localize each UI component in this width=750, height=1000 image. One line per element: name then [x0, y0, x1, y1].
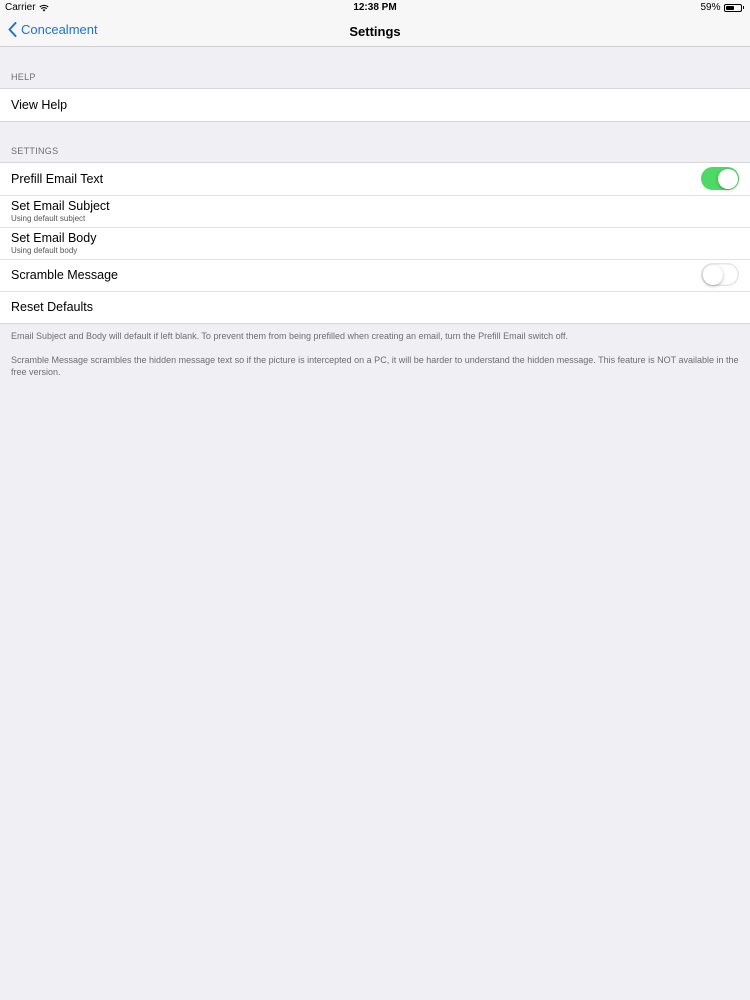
navigation-bar: Concealment Settings	[0, 16, 750, 47]
email-body-detail: Using default body	[11, 246, 78, 255]
email-body-label: Set Email Body	[11, 231, 97, 245]
battery-info: 59%	[700, 2, 744, 13]
help-group: View Help	[0, 88, 750, 122]
email-subject-detail: Using default subject	[11, 214, 86, 223]
reset-defaults-label: Reset Defaults	[11, 300, 93, 314]
page-title: Settings	[349, 24, 401, 39]
section-header-help: HELP	[11, 72, 36, 82]
switch-knob	[702, 264, 723, 285]
settings-footer: Email Subject and Body will default if l…	[0, 324, 750, 378]
view-help-label: View Help	[11, 98, 68, 112]
status-bar: Carrier 12:38 PM 59%	[0, 0, 750, 16]
reset-defaults-row[interactable]: Reset Defaults	[0, 291, 750, 323]
battery-percent: 59%	[700, 2, 721, 13]
scramble-message-switch[interactable]	[701, 263, 739, 286]
scramble-message-label: Scramble Message	[11, 268, 118, 282]
status-time: 12:38 PM	[353, 2, 397, 13]
prefill-email-row: Prefill Email Text	[0, 163, 750, 195]
settings-group: Prefill Email Text Set Email Subject Usi…	[0, 162, 750, 324]
battery-fill	[725, 5, 734, 10]
view-help-row[interactable]: View Help	[0, 89, 750, 121]
section-header-settings: SETTINGS	[11, 146, 59, 156]
email-subject-row[interactable]: Set Email Subject Using default subject	[0, 195, 750, 227]
battery-cap	[742, 6, 744, 9]
email-body-row[interactable]: Set Email Body Using default body	[0, 227, 750, 259]
prefill-email-label: Prefill Email Text	[11, 172, 104, 186]
settings-content: HELP View Help SETTINGS Prefill Email Te…	[0, 48, 750, 390]
scramble-message-row: Scramble Message	[0, 259, 750, 291]
switch-knob	[717, 168, 738, 189]
email-subject-label: Set Email Subject	[11, 199, 110, 213]
footer-note-scramble: Scramble Message scrambles the hidden me…	[11, 355, 739, 377]
prefill-email-switch[interactable]	[701, 167, 739, 190]
footer-note-prefill: Email Subject and Body will default if l…	[11, 331, 568, 341]
battery-icon	[723, 3, 742, 12]
